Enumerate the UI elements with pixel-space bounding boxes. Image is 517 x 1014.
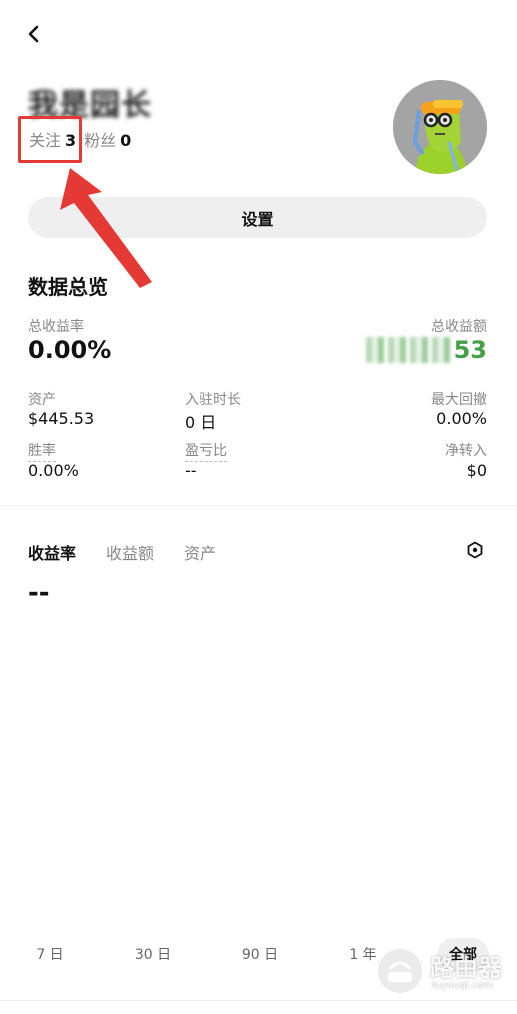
net-transfer-label: 净转入 [445,443,487,459]
back-icon[interactable] [22,22,46,46]
chart-tabs: 收益率 收益额 资产 [28,540,216,564]
range-90d[interactable]: 90 日 [235,938,285,972]
nft-avatar-image [393,80,487,174]
assets-value: $445.53 [28,409,95,428]
divider [0,505,517,506]
chart-area [0,615,517,930]
watermark: 路由器 luyouqi.com [374,942,514,1000]
win-rate-label[interactable]: 胜率 [28,440,56,462]
avatar[interactable] [393,80,487,174]
max-drawdown-value: 0.00% [436,409,487,428]
joined-label: 入驻时长 [185,392,241,408]
redacted-amount [365,337,452,363]
chart-current-value: -- [28,578,50,608]
tab-profit-amount[interactable]: 收益额 [106,540,154,564]
joined-value: 0 日 [185,413,217,432]
pnl-ratio-label[interactable]: 盈亏比 [185,440,227,462]
total-profit-suffix: 53 [453,336,487,364]
assets-label: 资产 [28,392,56,408]
settings-button[interactable]: 设置 [28,197,487,238]
range-7d[interactable]: 7 日 [28,938,72,972]
watermark-brand: 路由器 [430,954,502,982]
chart-settings-icon[interactable] [466,541,484,559]
total-return-rate-value: 0.00% [28,336,112,364]
router-logo-icon [376,947,424,995]
win-rate-value: 0.00% [28,461,79,480]
tab-assets[interactable]: 资产 [184,540,216,564]
followers-label[interactable]: 粉丝 [84,127,116,151]
max-drawdown-label: 最大回撤 [431,392,487,408]
section-title-overview: 数据总览 [28,275,108,299]
total-return-rate-label: 总收益率 [28,319,84,335]
watermark-site: luyouqi.com [432,980,494,991]
followers-count[interactable]: 0 [120,131,131,150]
total-profit-value: 53 [365,336,487,364]
net-transfer-value: $0 [466,461,487,480]
bottom-divider [0,1000,517,1001]
total-profit-label: 总收益额 [431,319,487,335]
tab-return-rate[interactable]: 收益率 [28,540,76,564]
highlight-box [18,116,82,163]
pnl-ratio-value: -- [185,461,197,480]
range-30d[interactable]: 30 日 [128,938,178,972]
